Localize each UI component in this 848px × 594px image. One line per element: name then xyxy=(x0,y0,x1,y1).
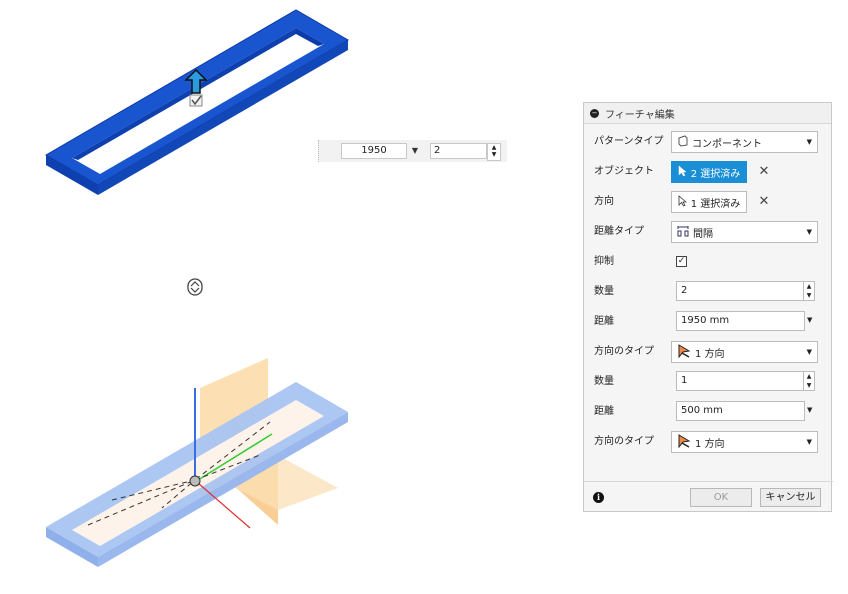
inline-distance-dropdown-icon[interactable]: ▼ xyxy=(409,143,421,159)
direction-type-2-label: 方向のタイプ xyxy=(594,436,654,447)
origin-point-icon[interactable] xyxy=(189,475,201,487)
edit-feature-dialog: − フィーチャ編集 パターンタイプ コンポーネント ▼ オブジェクト 2 選択済… xyxy=(583,102,833,514)
distance-type-value: 間隔 xyxy=(693,228,713,240)
suppress-checkbox[interactable]: ✓ xyxy=(676,256,687,267)
row-direction: 方向 1 選択済み ✕ xyxy=(584,187,833,217)
dialog-title: フィーチャ編集 xyxy=(605,109,675,121)
chevron-down-icon: ▼ xyxy=(806,228,812,236)
pattern-type-value: コンポーネント xyxy=(692,138,762,150)
component-icon xyxy=(677,134,688,150)
quantity-1-spinner[interactable]: ▲ ▼ xyxy=(803,281,815,301)
cursor-arrow-icon xyxy=(678,194,687,210)
chevron-down-icon: ▼ xyxy=(806,138,812,146)
object-select-button[interactable]: 2 選択済み xyxy=(671,161,747,183)
pattern-type-dropdown[interactable]: コンポーネント ▼ xyxy=(671,131,818,153)
distance-2-label: 距離 xyxy=(594,406,614,417)
distance-type-label: 距離タイプ xyxy=(594,226,644,237)
cancel-button[interactable]: キャンセル xyxy=(760,488,821,507)
row-pattern-type: パターンタイプ コンポーネント ▼ xyxy=(584,127,833,157)
direction-select-value: 1 選択済み xyxy=(690,198,741,210)
quantity-2-spinner[interactable]: ▲ ▼ xyxy=(803,371,815,391)
row-distance-type: 距離タイプ 間隔 ▼ xyxy=(584,217,833,247)
quantity-1-input[interactable]: 2 xyxy=(676,281,804,301)
distance-1-label: 距離 xyxy=(594,316,614,327)
viewport-canvas[interactable] xyxy=(0,0,580,594)
row-direction-type-2: 方向のタイプ 1 方向 ▼ xyxy=(584,427,833,457)
direction-type-2-dropdown[interactable]: 1 方向 ▼ xyxy=(671,431,818,453)
chevron-down-icon[interactable]: ▼ xyxy=(807,406,812,414)
row-quantity-2: 数量 1 ▲ ▼ xyxy=(584,367,833,397)
ok-button[interactable]: OK xyxy=(690,488,752,507)
quantity-2-input[interactable]: 1 xyxy=(676,371,804,391)
clear-direction-selection-icon[interactable]: ✕ xyxy=(757,194,771,210)
inline-quantity-input[interactable]: 2 xyxy=(430,143,487,159)
direction-type-2-value: 1 方向 xyxy=(695,438,725,450)
row-suppress: 抑制 ✓ xyxy=(584,247,833,277)
3d-viewport[interactable] xyxy=(0,0,580,594)
dialog-footer: i OK キャンセル xyxy=(584,481,833,514)
info-icon[interactable]: i xyxy=(593,492,604,503)
object-label: オブジェクト xyxy=(594,166,654,177)
object-select-value: 2 選択済み xyxy=(690,168,741,180)
quantity-1-label: 数量 xyxy=(594,286,614,297)
dialog-title-bar[interactable]: − フィーチャ編集 xyxy=(584,103,831,124)
inline-quantity-spinner[interactable]: ▲ ▼ xyxy=(487,143,501,161)
suppress-checkbox-icon[interactable] xyxy=(189,94,203,107)
distance-1-input[interactable]: 1950 mm xyxy=(676,311,805,331)
row-object: オブジェクト 2 選択済み ✕ xyxy=(584,157,833,187)
pattern-handle-icon[interactable] xyxy=(187,278,203,296)
one-direction-icon xyxy=(677,433,691,451)
direction-type-1-label: 方向のタイプ xyxy=(594,346,654,357)
row-quantity-1: 数量 2 ▲ ▼ xyxy=(584,277,833,307)
inline-distance-input[interactable]: 1950 xyxy=(341,143,407,159)
distance-2-input[interactable]: 500 mm xyxy=(676,401,805,421)
direction-select-button[interactable]: 1 選択済み xyxy=(671,191,747,213)
pattern-type-label: パターンタイプ xyxy=(594,136,664,147)
spacing-icon xyxy=(677,225,689,240)
chevron-down-icon: ▼ xyxy=(806,348,812,356)
cursor-arrow-icon xyxy=(678,164,687,180)
row-distance-2: 距離 500 mm ▼ xyxy=(584,397,833,427)
chevron-down-icon[interactable]: ▼ xyxy=(807,316,812,324)
distance-type-dropdown[interactable]: 間隔 ▼ xyxy=(671,221,818,243)
one-direction-icon xyxy=(677,343,691,361)
direction-type-1-value: 1 方向 xyxy=(695,348,725,360)
collapse-icon[interactable]: − xyxy=(590,108,599,118)
direction-type-1-dropdown[interactable]: 1 方向 ▼ xyxy=(671,341,818,363)
quantity-2-label: 数量 xyxy=(594,376,614,387)
clear-object-selection-icon[interactable]: ✕ xyxy=(757,164,771,180)
inline-pattern-input-bar: 1950 ▼ 2 ▲ ▼ xyxy=(318,140,507,162)
chevron-down-icon: ▼ xyxy=(806,438,812,446)
row-direction-type-1: 方向のタイプ 1 方向 ▼ xyxy=(584,337,833,367)
direction-label: 方向 xyxy=(594,196,614,207)
suppress-label: 抑制 xyxy=(594,256,614,267)
row-distance-1: 距離 1950 mm ▼ xyxy=(584,307,833,337)
